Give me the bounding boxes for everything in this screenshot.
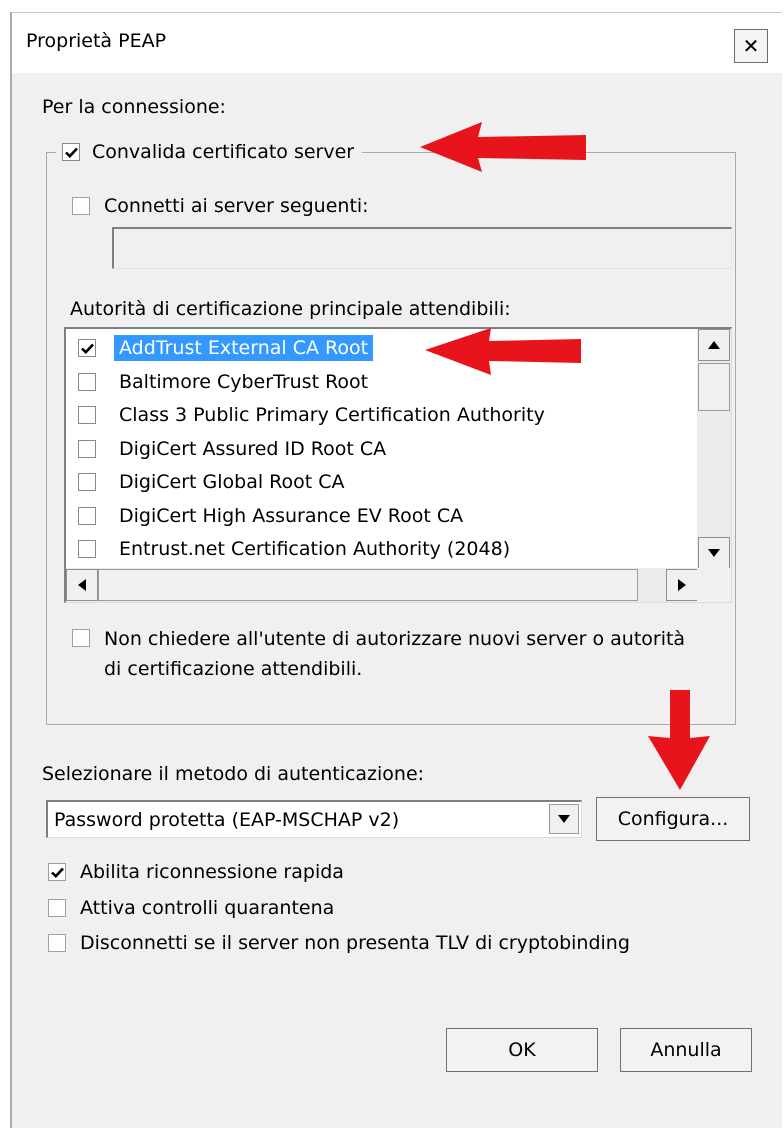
option-row: Abilita riconnessione rapida: [48, 861, 344, 883]
scroll-right-button[interactable]: [666, 569, 698, 601]
no-prompt-checkbox[interactable]: [72, 629, 90, 647]
arrow-right-icon: [678, 579, 686, 591]
ca-item-label: DigiCert Global Root CA: [119, 471, 345, 493]
ca-list-item[interactable]: DigiCert High Assurance EV Root CA: [78, 500, 468, 532]
auth-method-dropdown-button[interactable]: [549, 804, 579, 834]
ca-list-item[interactable]: DigiCert Global Root CA: [78, 466, 350, 498]
auth-method-label: Selezionare il metodo di autenticazione:: [42, 763, 425, 785]
ca-item-checkbox[interactable]: [78, 339, 96, 357]
checkmark-icon: [80, 343, 94, 354]
option-row: Disconnetti se il server non presenta TL…: [48, 932, 630, 954]
ca-item-label: Baltimore CyberTrust Root: [119, 370, 369, 393]
option-checkbox[interactable]: [48, 863, 66, 881]
connect-servers-checkbox[interactable]: [72, 197, 90, 215]
option-label: Disconnetti se il server non presenta TL…: [80, 932, 630, 954]
ca-item-checkbox[interactable]: [78, 473, 96, 491]
vertical-scroll-thumb[interactable]: [698, 363, 730, 411]
horizontal-scroll-thumb[interactable]: [98, 569, 638, 601]
auth-method-value: Password protetta (EAP-MSCHAP v2): [54, 809, 400, 831]
arrow-left-icon: [78, 579, 86, 591]
no-prompt-line1: Non chiedere all'utente di autorizzare n…: [104, 628, 686, 650]
chevron-down-icon: [558, 815, 570, 823]
auth-method-select[interactable]: Password protetta (EAP-MSCHAP v2): [46, 800, 582, 838]
annotation-arrow-configure: [648, 690, 710, 790]
connect-servers-label: Connetti ai server seguenti:: [104, 195, 369, 217]
connect-servers-row: Connetti ai server seguenti:: [72, 195, 369, 217]
annotation-arrow-addtrust: [425, 328, 581, 375]
validate-checkbox[interactable]: [62, 143, 80, 161]
connection-label: Per la connessione:: [42, 96, 226, 118]
close-icon: ✕: [742, 34, 760, 58]
validate-label: Convalida certificato server: [92, 141, 355, 163]
ca-list-item[interactable]: Class 3 Public Primary Certification Aut…: [78, 399, 550, 431]
no-prompt-label: Non chiedere all'utente di autorizzare n…: [104, 624, 685, 684]
ca-item-label: Entrust.net Certification Authority (204…: [119, 538, 511, 560]
ca-list-item[interactable]: AddTrust External CA Root: [78, 332, 374, 364]
ca-item-checkbox[interactable]: [78, 540, 96, 558]
ok-button[interactable]: OK: [446, 1028, 598, 1072]
option-label: Attiva controlli quarantena: [80, 897, 335, 919]
ca-item-label: Class 3 Public Primary Certification Aut…: [119, 404, 545, 426]
ca-item-label: DigiCert High Assurance EV Root CA: [119, 504, 464, 527]
option-checkbox[interactable]: [48, 934, 66, 952]
annotation-arrow-validate: [420, 122, 586, 172]
ca-item-checkbox[interactable]: [78, 406, 96, 424]
no-prompt-line2: di certificazione attendibili.: [104, 658, 363, 680]
configure-button[interactable]: Configura...: [596, 797, 750, 841]
option-checkbox[interactable]: [48, 899, 66, 917]
close-button[interactable]: ✕: [734, 29, 768, 63]
scroll-down-button[interactable]: [698, 537, 730, 569]
ca-list-item[interactable]: Entrust.net Certification Authority (204…: [78, 533, 515, 565]
vertical-scrollbar[interactable]: [697, 329, 731, 569]
ca-item-checkbox[interactable]: [78, 439, 96, 458]
ca-item-label: DigiCert Assured ID Root CA: [119, 437, 387, 460]
option-row: Attiva controlli quarantena: [48, 897, 334, 919]
ca-item-checkbox[interactable]: [78, 372, 96, 391]
scroll-left-button[interactable]: [66, 569, 98, 601]
ca-list-item[interactable]: DigiCert Assured ID Root CA: [78, 433, 391, 465]
trusted-ca-label: Autorità di certificazione principale at…: [70, 298, 511, 320]
trusted-ca-list[interactable]: AddTrust External CA Root Baltimore Cyber…: [64, 327, 732, 603]
arrow-up-icon: [708, 341, 720, 349]
scroll-corner: [697, 568, 731, 602]
option-label: Abilita riconnessione rapida: [80, 861, 344, 883]
horizontal-scrollbar[interactable]: [66, 568, 698, 602]
dialog-title: Proprietà PEAP: [26, 30, 167, 52]
validate-legend: Convalida certificato server: [56, 137, 363, 167]
ca-list-item[interactable]: Baltimore CyberTrust Root: [78, 366, 373, 398]
ca-item-label: AddTrust External CA Root: [114, 335, 374, 361]
checkmark-icon: [64, 147, 78, 158]
server-names-input[interactable]: [112, 227, 732, 269]
arrow-down-icon: [708, 549, 720, 557]
scroll-up-button[interactable]: [698, 329, 730, 361]
cancel-button[interactable]: Annulla: [620, 1028, 752, 1072]
ca-item-checkbox[interactable]: [78, 506, 96, 525]
checkmark-icon: [50, 867, 64, 878]
